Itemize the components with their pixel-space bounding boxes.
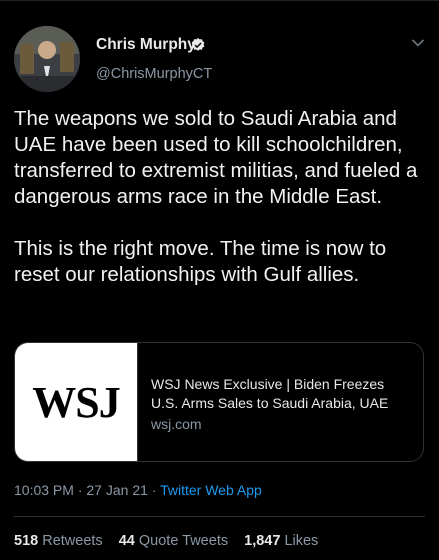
link-preview-card[interactable]: WSJ WSJ News Exclusive | Biden Freezes U…: [14, 342, 424, 462]
likes-count: 1,847: [244, 533, 281, 549]
card-domain: wsj.com: [151, 416, 202, 432]
tweet-paragraph: This is the right move. The time is now …: [14, 237, 387, 286]
top-divider: [0, 0, 439, 1]
tweet-date[interactable]: 27 Jan 21: [86, 482, 148, 498]
card-thumbnail: WSJ: [15, 343, 138, 461]
likes-stat[interactable]: 1,847 Likes: [244, 533, 318, 549]
quotes-label: Quote Tweets: [138, 533, 229, 549]
likes-label: Likes: [284, 533, 319, 549]
quotes-count: 44: [118, 533, 135, 549]
tweet-stats: 518 Retweets 44 Quote Tweets 1,847 Likes: [14, 533, 330, 549]
author-handle[interactable]: @ChrisMurphyCT: [96, 66, 212, 82]
retweets-count: 518: [14, 533, 39, 549]
chevron-down-icon[interactable]: [411, 38, 425, 48]
tweet-source[interactable]: Twitter Web App: [160, 482, 262, 498]
card-title: WSJ News Exclusive | Biden Freezes U.S. …: [151, 376, 389, 411]
card-body: WSJ News Exclusive | Biden Freezes U.S. …: [151, 375, 415, 434]
meta-separator: ·: [151, 482, 157, 498]
quote-tweets-stat[interactable]: 44 Quote Tweets: [119, 533, 228, 549]
author-name[interactable]: Chris Murphy: [96, 36, 196, 54]
verified-badge-icon: [191, 38, 205, 51]
meta-separator: ·: [77, 482, 83, 498]
tweet-time[interactable]: 10:03 PM: [14, 482, 74, 498]
profile-photo-icon: [14, 26, 80, 92]
wsj-logo: WSJ: [32, 377, 120, 427]
tweet-meta: 10:03 PM · 27 Jan 21 · Twitter Web App: [14, 482, 262, 498]
tweet-paragraph: The weapons we sold to Saudi Arabia and …: [14, 107, 418, 208]
tweet-text: The weapons we sold to Saudi Arabia and …: [14, 106, 429, 288]
stats-divider: [14, 516, 425, 517]
retweets-stat[interactable]: 518 Retweets: [14, 533, 103, 549]
retweets-label: Retweets: [42, 533, 103, 549]
avatar[interactable]: [14, 26, 80, 92]
